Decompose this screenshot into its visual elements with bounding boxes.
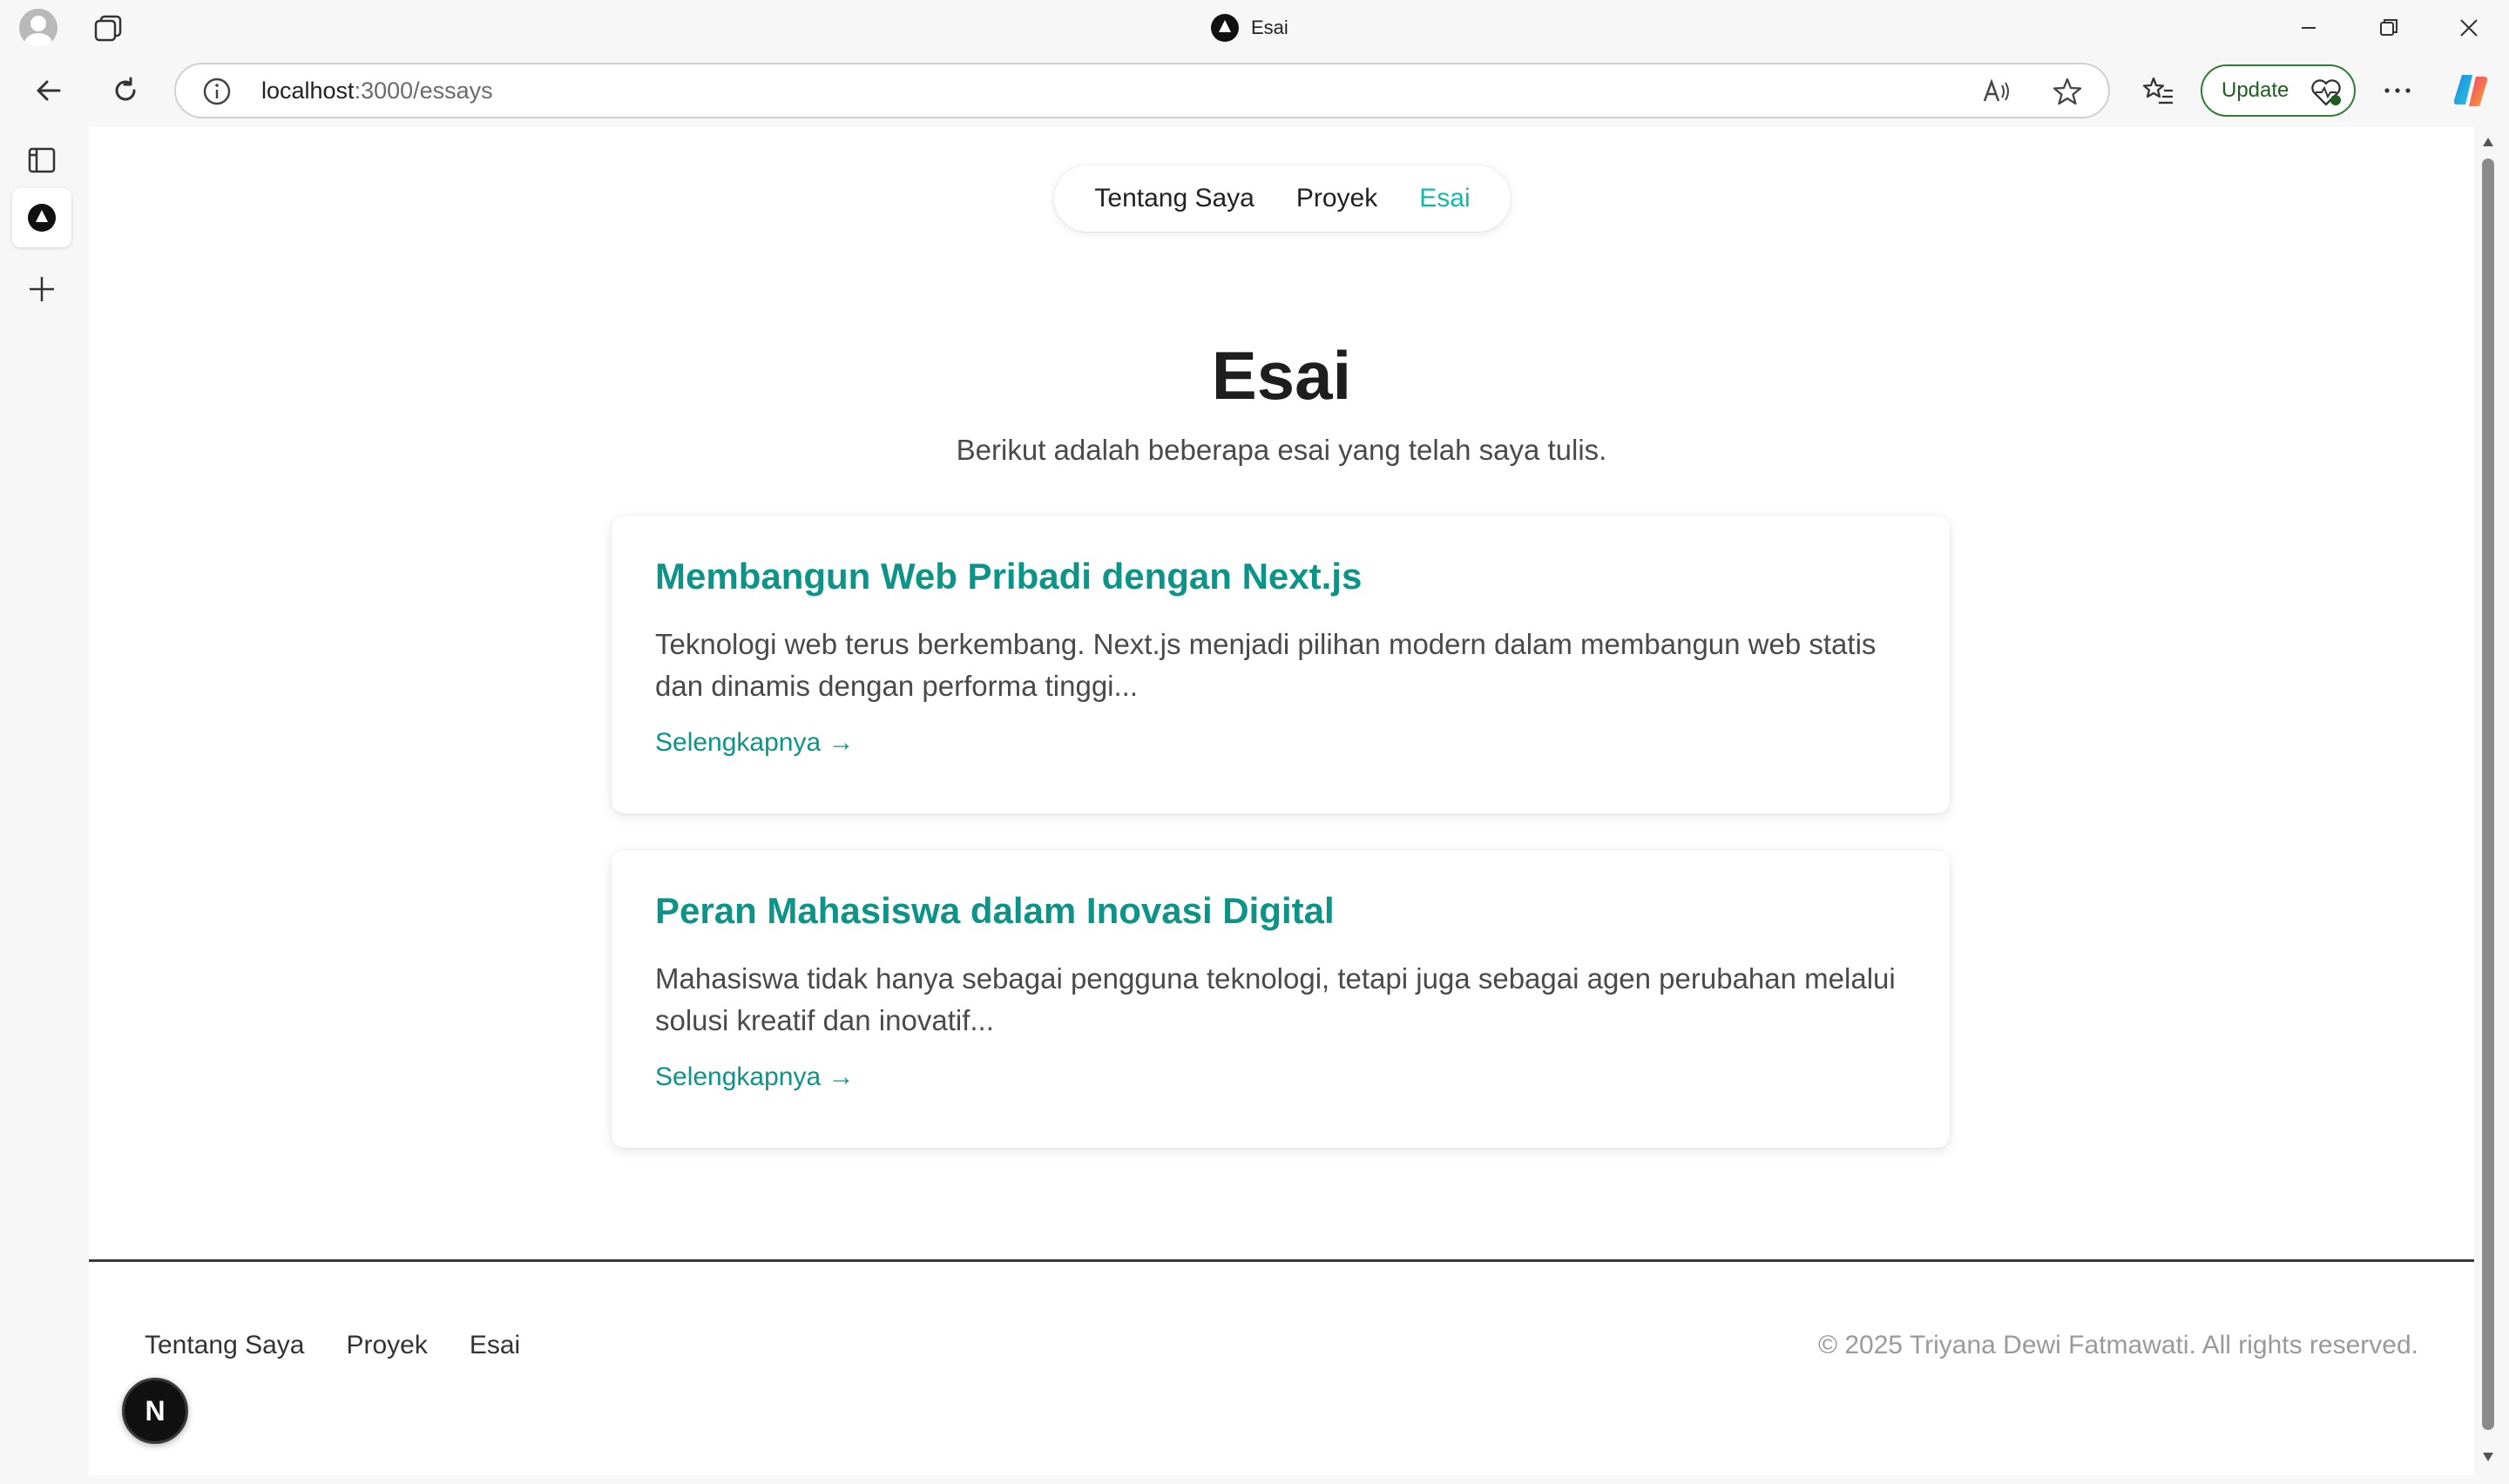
browser-titlebar: Esai	[0, 0, 2509, 57]
page-scrollbar[interactable]	[2474, 127, 2502, 1475]
more-options-icon[interactable]	[2378, 71, 2417, 110]
footer-link-esai[interactable]: Esai	[470, 1331, 520, 1360]
update-button-label: Update	[2222, 78, 2289, 102]
essay-excerpt: Mahasiswa tidak hanya sebagai pengguna t…	[655, 962, 1896, 1036]
page-viewport: Tentang Saya Proyek Esai Esai Berikut ad…	[89, 127, 2474, 1475]
footer-divider	[89, 1259, 2474, 1262]
page-title: Esai	[1211, 337, 1352, 414]
essay-card: Membangun Web Pribadi dengan Next.js Tek…	[612, 516, 1950, 813]
footer-link-proyek[interactable]: Proyek	[346, 1331, 427, 1360]
scroll-down-arrow-icon[interactable]	[2481, 1451, 2495, 1463]
footer-nav: Tentang Saya Proyek Esai	[145, 1331, 520, 1360]
back-arrow-icon[interactable]	[30, 71, 68, 110]
nextjs-dev-indicator[interactable]: N	[122, 1378, 188, 1444]
page-subtitle: Berikut adalah beberapa esai yang telah …	[956, 434, 1607, 466]
copyright-text: © 2025 Triyana Dewi Fatmawati. All right…	[1817, 1331, 2418, 1359]
vertical-tab-esai[interactable]	[12, 188, 71, 247]
new-tab-plus-icon[interactable]	[24, 272, 59, 307]
tab-actions-icon[interactable]	[26, 145, 57, 176]
site-favicon-icon	[1211, 14, 1239, 42]
site-info-icon[interactable]	[202, 77, 232, 106]
update-button[interactable]: Update	[2201, 64, 2356, 117]
nav-link-proyek[interactable]: Proyek	[1296, 184, 1377, 213]
url-text[interactable]: localhost:3000/essays	[261, 64, 493, 117]
favorites-list-icon[interactable]	[2140, 71, 2178, 110]
window-title: Esai	[1211, 12, 1288, 44]
refresh-icon[interactable]	[106, 71, 145, 110]
copilot-icon[interactable]	[2450, 70, 2492, 111]
heart-pulse-icon	[2311, 79, 2341, 106]
read-more-link[interactable]: Selengkapnya →	[655, 1062, 855, 1092]
nextjs-logo-icon: N	[145, 1394, 166, 1427]
address-bar[interactable]: localhost:3000/essays	[174, 63, 2110, 118]
favorite-star-icon[interactable]	[2051, 75, 2084, 108]
footer-link-tentang-saya[interactable]: Tentang Saya	[145, 1331, 304, 1360]
nav-link-tentang-saya[interactable]: Tentang Saya	[1094, 184, 1254, 213]
close-icon[interactable]	[2452, 10, 2486, 45]
scrollbar-thumb[interactable]	[2482, 159, 2494, 1430]
essay-card: Peran Mahasiswa dalam Inovasi Digital Ma…	[612, 850, 1950, 1148]
site-nav: Tentang Saya Proyek Esai	[1054, 165, 1511, 232]
window-title-text: Esai	[1251, 17, 1288, 38]
scroll-up-arrow-icon[interactable]	[2481, 136, 2495, 148]
url-path: :3000/essays	[354, 78, 493, 104]
essay-title[interactable]: Peran Mahasiswa dalam Inovasi Digital	[655, 890, 1335, 932]
essay-excerpt: Teknologi web terus berkembang. Next.js …	[655, 628, 1877, 702]
profile-avatar-icon[interactable]	[19, 9, 57, 47]
restore-icon[interactable]	[2371, 10, 2406, 45]
url-host: localhost	[261, 78, 355, 104]
minimize-icon[interactable]	[2291, 10, 2326, 45]
essay-title[interactable]: Membangun Web Pribadi dengan Next.js	[655, 556, 1362, 597]
browser-sidebar	[0, 127, 87, 1484]
tab-favicon-icon	[28, 204, 56, 232]
read-more-link[interactable]: Selengkapnya →	[655, 728, 855, 758]
read-aloud-icon[interactable]	[1979, 75, 2012, 108]
workspaces-icon[interactable]	[92, 14, 124, 42]
nav-link-esai[interactable]: Esai	[1419, 184, 1470, 213]
